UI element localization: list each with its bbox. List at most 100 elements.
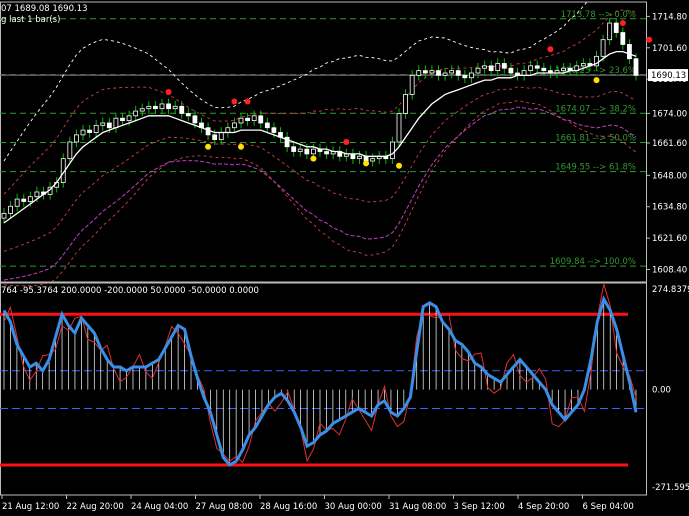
candle-down <box>192 115 198 124</box>
indicator-axis: 274.8379 0.00 -271.595 <box>652 285 689 493</box>
current-price-label: 1690.13 <box>651 71 686 81</box>
candle-down <box>501 63 507 69</box>
candle-up <box>600 39 606 57</box>
moving-average-line <box>3 50 637 224</box>
candle-down <box>245 117 250 121</box>
fib-level-label: 1649.55 --> 61.8% <box>555 163 636 173</box>
candle-up <box>159 103 165 110</box>
ohlc-readout: 07 1689.08 1690.13 <box>1 4 88 14</box>
candle-down <box>422 70 428 74</box>
candle-up <box>416 70 422 76</box>
candle-up <box>93 124 99 133</box>
candle-down <box>455 70 461 76</box>
band-upper-inner <box>3 9 637 195</box>
fib-level-label: 1713.78 --> 0.0% <box>561 10 636 20</box>
candle-down <box>166 103 171 110</box>
candle-up <box>238 117 244 124</box>
time-tick-label: 27 Aug 08:00 <box>196 502 253 512</box>
candle-up <box>357 155 362 160</box>
candle-down <box>106 122 112 129</box>
candle-down <box>212 134 218 141</box>
candle-down <box>153 105 158 110</box>
candle-up <box>403 94 408 114</box>
candle-up <box>390 141 395 160</box>
candle-up <box>27 196 33 202</box>
candle-down <box>541 67 547 72</box>
indicator-tick-label: -271.595 <box>652 483 689 493</box>
candle-down <box>363 155 369 162</box>
candle-up <box>482 65 487 69</box>
candle-up <box>218 132 224 141</box>
candle-down <box>304 148 310 155</box>
candle-down <box>633 58 639 76</box>
candle-up <box>429 70 435 74</box>
time-tick-label: 24 Aug 04:00 <box>131 502 188 512</box>
candle-up <box>133 110 139 117</box>
candle-up <box>74 134 79 143</box>
candle-down <box>87 129 92 133</box>
sell-signal-dot <box>343 139 350 145</box>
candle-up <box>297 148 303 152</box>
fib-level-label: 1690.25 --> 23.6% <box>555 66 636 76</box>
candle-down <box>462 74 468 79</box>
candle-down <box>534 65 540 69</box>
sell-signal-dot <box>244 98 251 105</box>
candle-up <box>580 63 586 67</box>
time-tick-label: 30 Aug 00:00 <box>325 502 382 512</box>
candle-up <box>80 129 86 136</box>
candle-up <box>139 108 145 112</box>
candle-down <box>271 127 277 133</box>
candle-up <box>370 158 376 162</box>
candle-up <box>172 105 178 110</box>
time-tick-label: 3 Sep 12:00 <box>454 502 505 512</box>
sell-signal-dot <box>231 98 238 105</box>
price-tick-label: 1634.80 <box>652 203 687 213</box>
time-tick-label: 21 Aug 12:00 <box>2 502 59 512</box>
candle-down <box>120 117 125 121</box>
trading-chart[interactable]: 1713.78 --> 0.0% 1690.25 --> 23.6% 1674.07… <box>0 0 689 516</box>
time-tick-label: 28 Aug 16:00 <box>260 502 317 512</box>
time-tick-label: 22 Aug 20:00 <box>67 502 124 512</box>
candle-down <box>179 105 185 114</box>
time-axis: 21 Aug 12:00 22 Aug 20:00 24 Aug 04:00 27 A… <box>1 495 634 512</box>
candle-down <box>488 65 494 72</box>
fib-level-label: 1661.81 --> 50.0% <box>555 133 636 143</box>
sell-signal-dot <box>646 36 653 43</box>
candle-up <box>67 141 73 160</box>
candle-up <box>469 72 474 79</box>
price-tick-label: 1714.80 <box>652 12 687 22</box>
candle-up <box>34 191 40 198</box>
candle-down <box>185 113 191 117</box>
candle-down <box>324 151 329 155</box>
sell-signal-dot <box>547 46 554 53</box>
candle-down <box>627 44 632 60</box>
band-lower-magenta <box>3 106 637 281</box>
candle-down <box>258 115 264 124</box>
candle-up <box>449 70 455 74</box>
price-tick-label: 1648.00 <box>652 171 687 181</box>
price-pane[interactable]: 1713.78 --> 0.0% 1690.25 --> 23.6% 1674.07… <box>0 0 653 287</box>
candle-down <box>21 198 27 202</box>
candle-up <box>100 122 106 126</box>
indicator-pane[interactable] <box>0 283 646 467</box>
price-tick-label: 1621.60 <box>652 234 687 244</box>
time-tick-label: 31 Aug 08:00 <box>389 502 446 512</box>
candle-up <box>442 72 448 76</box>
cci-main-line <box>2 295 638 467</box>
candle-up <box>561 67 566 72</box>
price-tick-label: 1661.60 <box>652 139 687 149</box>
candle-up <box>475 67 481 74</box>
candle-down <box>350 153 356 160</box>
candle-down <box>264 122 270 129</box>
price-axis: 1714.801701.601688.401674.001661.601648.… <box>646 12 687 276</box>
buy-signal-dot <box>238 143 244 150</box>
candle-up <box>232 122 237 129</box>
candle-up <box>409 74 415 95</box>
candle-down <box>508 67 514 74</box>
buy-signal-dot <box>310 155 317 162</box>
sell-signal-dot <box>619 20 626 27</box>
indicator-tick-label: 0.00 <box>652 386 671 396</box>
candle-up <box>607 22 613 41</box>
fib-level-label: 1609.84 --> 100.0% <box>550 257 636 267</box>
price-tick-label: 1608.40 <box>652 266 687 276</box>
